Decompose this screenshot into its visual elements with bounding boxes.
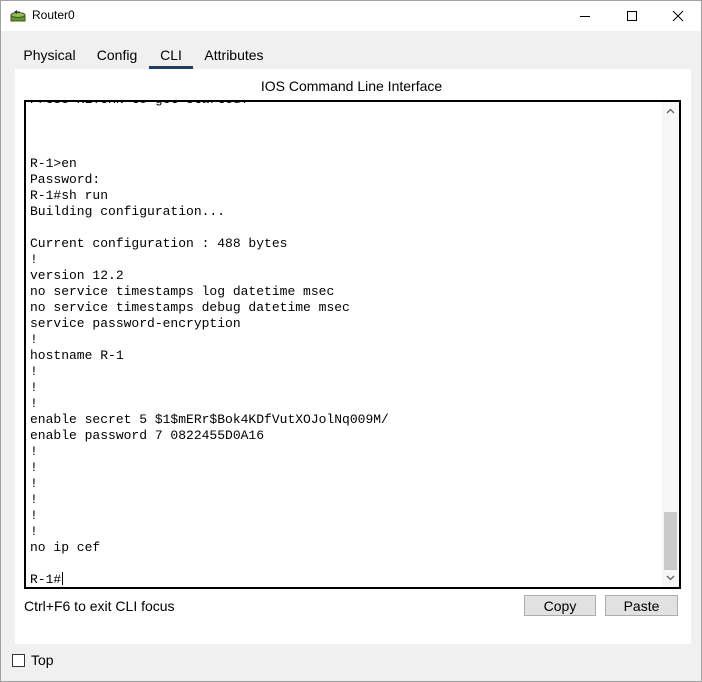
cli-terminal[interactable]: Press RETURN to get started! R-1>enPasswo…	[24, 100, 681, 589]
terminal-line: !	[30, 252, 38, 267]
terminal-line: !	[30, 332, 38, 347]
terminal-line: version 12.2	[30, 268, 124, 283]
maximize-icon	[627, 11, 637, 21]
terminal-scrollbar[interactable]	[662, 102, 679, 587]
top-checkbox-label: Top	[31, 652, 54, 668]
maximize-button[interactable]	[609, 1, 655, 31]
scroll-down-icon[interactable]	[665, 572, 676, 583]
tab-physical[interactable]: Physical	[14, 43, 85, 69]
window-title: Router0	[32, 8, 75, 22]
terminal-line: no service timestamps log datetime msec	[30, 284, 335, 299]
terminal-line: enable secret 5 $1$mERr$Bok4KDfVutXOJolN…	[30, 412, 389, 427]
paste-button[interactable]: Paste	[605, 595, 678, 616]
terminal-line: !	[30, 364, 38, 379]
terminal-line: Current configuration : 488 bytes	[30, 236, 288, 251]
terminal-line: !	[30, 460, 38, 475]
title-bar: Router0	[1, 1, 701, 31]
terminal-line: no service timestamps debug datetime mse…	[30, 300, 350, 315]
terminal-line: R-1>en	[30, 156, 77, 171]
close-icon	[672, 10, 684, 22]
terminal-line: !	[30, 524, 38, 539]
router-icon	[10, 10, 26, 22]
top-checkbox[interactable]	[12, 654, 25, 667]
terminal-line: !	[30, 396, 38, 411]
terminal-line: hostname R-1	[30, 348, 124, 363]
text-cursor	[62, 572, 64, 585]
terminal-line: no ip cef	[30, 540, 101, 555]
terminal-line: !	[30, 476, 38, 491]
copy-button[interactable]: Copy	[524, 595, 596, 616]
cli-focus-hint: Ctrl+F6 to exit CLI focus	[24, 598, 175, 614]
terminal-line: Building configuration...	[30, 204, 226, 219]
minimize-icon	[580, 16, 590, 17]
tab-cli[interactable]: CLI	[149, 43, 193, 69]
scroll-thumb[interactable]	[664, 512, 677, 570]
router-window: Router0 Physical Config CLI Attributes I…	[0, 0, 702, 682]
scroll-up-icon[interactable]	[665, 106, 676, 117]
terminal-line: !	[30, 492, 38, 507]
terminal-line: R-1#	[30, 572, 64, 587]
terminal-line: Press RETURN to get started!	[30, 102, 658, 108]
tab-attributes[interactable]: Attributes	[199, 43, 269, 69]
terminal-line: Password:	[30, 172, 101, 187]
terminal-line: !	[30, 380, 38, 395]
terminal-line: service password-encryption	[30, 316, 241, 331]
minimize-button[interactable]	[562, 1, 608, 31]
terminal-line: !	[30, 508, 38, 523]
terminal-output: Press RETURN to get started! R-1>enPasswo…	[30, 102, 658, 587]
close-button[interactable]	[655, 1, 701, 31]
terminal-line: R-1#sh run	[30, 188, 109, 203]
cli-panel-title: IOS Command Line Interface	[260, 78, 443, 94]
tab-config[interactable]: Config	[92, 43, 142, 69]
terminal-line: enable password 7 0822455D0A16	[30, 428, 265, 443]
cli-panel: IOS Command Line Interface Press RETURN …	[15, 69, 691, 644]
terminal-line: !	[30, 444, 38, 459]
